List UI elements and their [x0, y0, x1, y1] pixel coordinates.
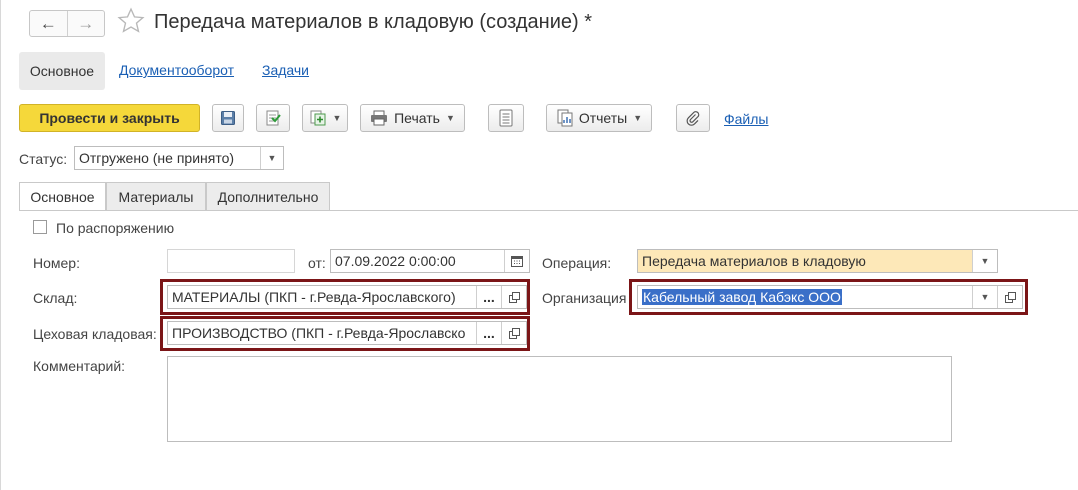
organization-input[interactable]: Кабельный завод Кабэкс ООО ▼ — [637, 285, 1023, 309]
printer-icon — [371, 110, 388, 126]
number-input[interactable] — [167, 249, 295, 273]
comment-label: Комментарий: — [33, 358, 126, 374]
post-document-icon — [266, 110, 281, 126]
date-value: 07.09.2022 0:00:00 — [335, 253, 456, 269]
date-label: от: — [308, 255, 326, 271]
shop-storeroom-value: ПРОИЗВОДСТВО (ПКП - г.Ревда-Ярославско — [172, 325, 466, 341]
files-link[interactable]: Файлы — [724, 111, 768, 127]
open-icon[interactable] — [501, 322, 526, 344]
tab-additional[interactable]: Дополнительно — [206, 182, 330, 210]
comment-textarea[interactable] — [167, 356, 952, 442]
create-based-on-icon — [310, 110, 326, 126]
warehouse-input[interactable]: МАТЕРИАЛЫ (ПКП - г.Ревда-Ярославского) .… — [167, 285, 527, 309]
operation-select[interactable]: Передача материалов в кладовую ▼ — [637, 249, 998, 273]
back-arrow-icon[interactable]: ← — [30, 11, 67, 36]
open-icon[interactable] — [501, 286, 526, 308]
section-nav-main[interactable]: Основное — [19, 52, 105, 90]
attach-files-button[interactable] — [676, 104, 710, 132]
dropdown-arrow-icon[interactable]: ▼ — [260, 147, 283, 169]
save-button[interactable] — [212, 104, 244, 132]
section-nav-docflow[interactable]: Документооборот — [119, 62, 234, 78]
date-input[interactable]: 07.09.2022 0:00:00 — [330, 249, 530, 273]
print-button[interactable]: Печать ▼ — [360, 104, 465, 132]
dropdown-arrow-icon[interactable]: ▼ — [972, 250, 997, 272]
post-and-close-button[interactable]: Провести и закрыть — [19, 104, 200, 132]
shop-storeroom-select-button[interactable]: ... — [476, 322, 501, 344]
by-order-checkbox[interactable] — [33, 220, 47, 234]
paperclip-icon — [686, 111, 700, 126]
favorite-star-icon[interactable] — [116, 6, 146, 39]
status-value: Отгружено (не принято) — [79, 150, 235, 166]
chevron-down-icon: ▼ — [445, 113, 455, 123]
status-label: Статус: — [19, 151, 68, 167]
dropdown-arrow-icon[interactable]: ▼ — [972, 286, 997, 308]
page-title: Передача материалов в кладовую (создание… — [154, 11, 592, 33]
tab-main[interactable]: Основное — [19, 182, 106, 211]
organization-label: Организация — [542, 290, 627, 306]
reports-button[interactable]: Отчеты ▼ — [546, 104, 652, 132]
chevron-down-icon: ▼ — [332, 113, 342, 123]
history-nav: ← → — [29, 10, 105, 37]
shop-storeroom-input[interactable]: ПРОИЗВОДСТВО (ПКП - г.Ревда-Ярославско .… — [167, 321, 527, 345]
section-nav-tasks[interactable]: Задачи — [262, 62, 309, 78]
by-order-label: По распоряжению — [56, 220, 175, 236]
post-button[interactable] — [256, 104, 290, 132]
document-structure-button[interactable] — [488, 104, 524, 132]
operation-label: Операция: — [542, 255, 612, 271]
number-label: Номер: — [33, 255, 80, 271]
operation-value: Передача материалов в кладовую — [642, 253, 866, 269]
save-disk-icon — [221, 111, 235, 125]
list-document-icon — [499, 109, 513, 127]
print-label: Печать — [394, 110, 440, 126]
tab-divider — [19, 210, 1078, 211]
reports-icon — [557, 109, 573, 127]
forward-arrow-icon[interactable]: → — [66, 11, 105, 36]
tab-materials[interactable]: Материалы — [106, 182, 206, 210]
organization-value: Кабельный завод Кабэкс ООО — [642, 289, 842, 305]
reports-label: Отчеты — [578, 110, 628, 126]
window-left-border — [0, 0, 1, 490]
open-icon[interactable] — [997, 286, 1022, 308]
warehouse-value: МАТЕРИАЛЫ (ПКП - г.Ревда-Ярославского) — [172, 289, 456, 305]
chevron-down-icon: ▼ — [633, 113, 643, 123]
warehouse-label: Склад: — [33, 290, 78, 306]
create-based-on-button[interactable]: ▼ — [302, 104, 348, 132]
status-select[interactable]: Отгружено (не принято) ▼ — [74, 146, 284, 170]
calendar-icon[interactable] — [504, 250, 529, 272]
shop-storeroom-label: Цеховая кладовая: — [33, 326, 157, 342]
warehouse-select-button[interactable]: ... — [476, 286, 501, 308]
